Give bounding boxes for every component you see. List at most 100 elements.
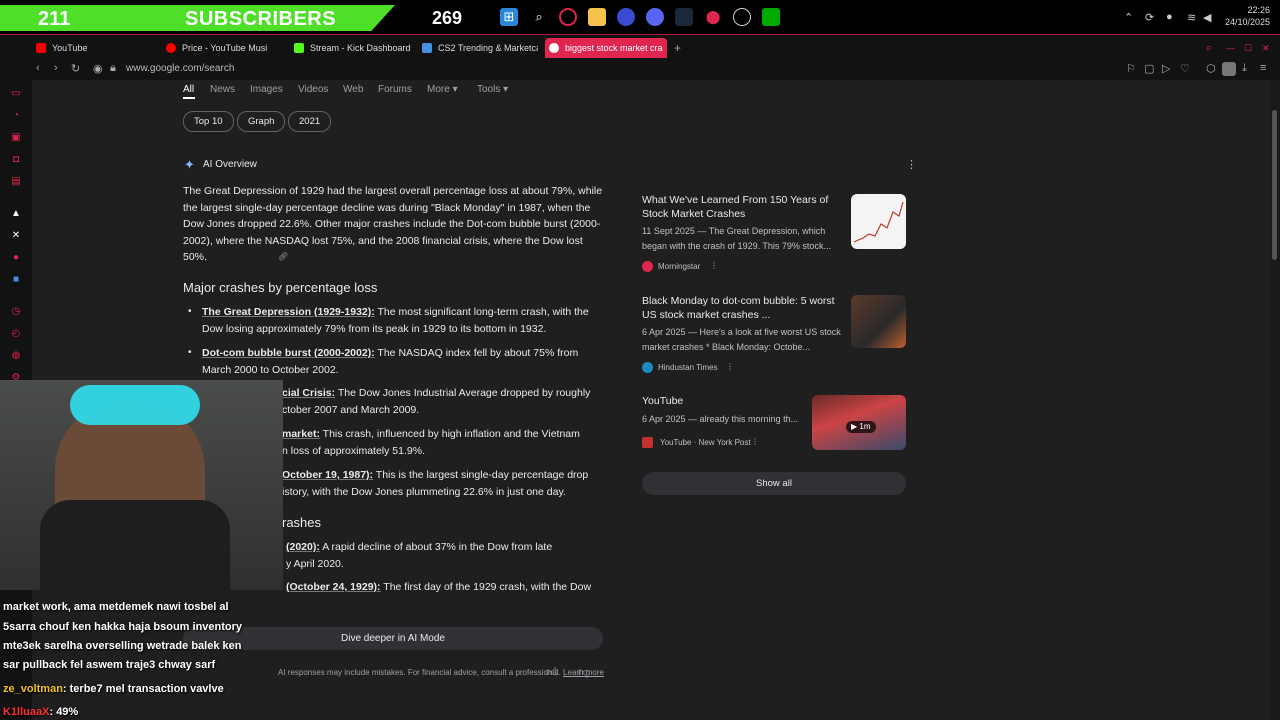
tab-forums[interactable]: Forums — [378, 84, 412, 95]
tab-tools[interactable]: Tools ▾ — [477, 84, 508, 95]
tab-images[interactable]: Images — [250, 84, 283, 95]
close-icon[interactable]: ✕ — [1258, 38, 1278, 58]
bullet-title[interactable]: Dot-com bubble burst (2000-2002): — [202, 347, 375, 359]
maximize-icon[interactable]: ☐ — [1240, 38, 1260, 58]
search-icon[interactable]: ⌕ — [530, 8, 548, 26]
source-name[interactable]: YouTube · New York Post — [660, 438, 751, 447]
download-icon[interactable]: ⤓ — [1242, 62, 1247, 75]
sidebar-bag-icon[interactable]: ▣ — [10, 132, 22, 144]
source-thumbnail[interactable] — [851, 194, 906, 249]
cs2-icon — [422, 43, 432, 53]
youtube-icon — [36, 43, 46, 53]
tab-videos[interactable]: Videos — [298, 84, 328, 95]
scrollbar-thumb[interactable] — [1272, 110, 1277, 260]
source-title[interactable]: What We've Learned From 150 Years of Sto… — [642, 194, 842, 221]
url-field[interactable]: www.google.com/search — [126, 63, 234, 74]
sidebar-history2-icon[interactable]: ◴ — [10, 328, 22, 340]
chat-message: 5sarra chouf ken hakka haja bsoum invent… — [3, 621, 243, 633]
chip-top-10[interactable]: Top 10 — [183, 111, 234, 132]
steam-icon[interactable] — [675, 8, 693, 26]
discord-icon[interactable] — [646, 8, 664, 26]
app-icon[interactable] — [617, 8, 635, 26]
extensions-icon[interactable]: ⬡ — [1206, 62, 1216, 75]
snapshot-icon[interactable]: ▢ — [1144, 62, 1154, 75]
chat-message: mte3ek sarelha overselling wetrade balek… — [3, 640, 242, 652]
heart-icon[interactable]: ♡ — [1180, 62, 1190, 75]
chip-2021[interactable]: 2021 — [288, 111, 332, 132]
clock[interactable]: 22:26 24/10/2025 — [1225, 4, 1270, 28]
thumbs-down-icon[interactable]: 👎︎ — [578, 665, 590, 680]
disclaimer-text: AI responses may include mistakes. For f… — [278, 668, 561, 677]
thumbs-up-icon[interactable]: 👍︎ — [546, 665, 559, 680]
new-tab-button[interactable]: + — [668, 38, 688, 58]
bullet-title[interactable]: (October 24, 1929): — [286, 581, 381, 593]
tab-cs2[interactable]: CS2 Trending & Marketca — [418, 38, 538, 58]
back-icon[interactable]: ‹ — [36, 62, 40, 74]
windows-start-icon[interactable]: ⊞ — [500, 8, 518, 26]
reload-icon[interactable]: ↻ — [71, 62, 80, 75]
sidebar-kick-icon[interactable]: ▲ — [10, 208, 22, 220]
volume-icon[interactable]: ◀ — [1203, 11, 1211, 24]
chat-text: : 49% — [49, 706, 79, 718]
source-name[interactable]: Hindustan Times — [658, 363, 718, 372]
app2-icon[interactable] — [733, 8, 751, 26]
bullet-title[interactable]: October 19, 1987): — [282, 469, 373, 481]
minimize-icon[interactable]: — — [1222, 38, 1242, 58]
chat-message: ze_voltman: terbe7 mel transaction vavlv… — [3, 683, 224, 695]
bullet-title[interactable]: (2020): — [286, 541, 320, 553]
tab-kick[interactable]: Stream - Kick Dashboard — [290, 38, 410, 58]
menu-icon[interactable]: ≡ — [1260, 62, 1266, 74]
more-options-icon[interactable]: ⋮ — [726, 362, 734, 371]
tab-google-search[interactable]: biggest stock market cra — [545, 38, 667, 58]
wifi-icon[interactable]: ≋ — [1187, 11, 1196, 24]
folder-icon[interactable] — [588, 8, 606, 26]
bullet-title[interactable]: cial Crisis: — [282, 387, 335, 399]
search-tabs-icon[interactable]: ⌕ — [1202, 38, 1222, 58]
tab-more[interactable]: More ▾ — [427, 84, 458, 95]
forward-icon[interactable]: › — [54, 62, 58, 74]
source-thumbnail[interactable] — [851, 295, 906, 348]
site-info-icon[interactable]: ◉ — [93, 62, 103, 75]
bullet-black-monday: October 19, 1987): This is the largest s… — [282, 467, 607, 500]
tab-web[interactable]: Web — [343, 84, 363, 95]
bookmark-icon[interactable]: ⚐ — [1126, 62, 1136, 75]
source-name[interactable]: Morningstar — [658, 262, 700, 271]
tab-youtube-music[interactable]: Price - YouTube Musi — [162, 38, 280, 58]
source-title[interactable]: Black Monday to dot-com bubble: 5 worst … — [642, 295, 847, 322]
sidebar-history-icon[interactable]: ◔ — [10, 110, 22, 122]
sidebar-x-icon[interactable]: ✕ — [10, 230, 22, 242]
video-thumbnail[interactable]: ▶ 1m — [812, 395, 906, 450]
sidebar-messenger-icon[interactable]: ▭ — [10, 88, 22, 100]
player-icon[interactable]: ▷ — [1162, 62, 1170, 75]
sidebar-clock-icon[interactable]: ◷ — [10, 306, 22, 318]
chip-graph[interactable]: Graph — [237, 111, 286, 132]
more-options-icon[interactable]: ⋮ — [751, 437, 759, 446]
chevron-up-icon[interactable]: ⌃ — [1124, 11, 1133, 24]
profile-avatar[interactable] — [1222, 62, 1236, 76]
show-all-button[interactable]: Show all — [642, 472, 906, 495]
sidebar-opera-icon[interactable]: ● — [10, 252, 22, 264]
tab-all[interactable]: All — [183, 84, 194, 95]
tab-news[interactable]: News — [210, 84, 235, 95]
opera-icon[interactable] — [559, 8, 577, 26]
sidebar-shield-icon[interactable]: ■ — [10, 274, 22, 286]
more-options-icon[interactable]: ⋮ — [710, 261, 718, 270]
bullet-title[interactable]: The Great Depression (1929-1932): — [202, 306, 375, 318]
map-pin-icon[interactable]: ⬤ — [704, 8, 722, 26]
link-icon[interactable]: 🔗︎ — [278, 252, 288, 261]
bullet-title[interactable]: market: — [282, 428, 320, 440]
source-title[interactable]: YouTube — [642, 395, 802, 409]
sidebar-social-icon[interactable]: ▤ — [10, 176, 22, 188]
page-scrollbar[interactable] — [1270, 80, 1280, 720]
mic-icon[interactable]: ● — [1166, 11, 1173, 23]
tab-label: YouTube — [52, 43, 88, 53]
app3-icon[interactable] — [762, 8, 780, 26]
more-options-icon[interactable]: ⋮ — [906, 158, 917, 171]
sidebar-game-icon[interactable]: ◘ — [10, 154, 22, 166]
sidebar-bulb-icon[interactable]: ◍ — [10, 350, 22, 362]
source-snippet: 6 Apr 2025 — Here's a look at five worst… — [642, 327, 841, 352]
sync-icon[interactable]: ⟳ — [1145, 11, 1154, 24]
bullet-text-line2: y April 2020. — [286, 557, 344, 570]
hindustan-times-icon — [642, 362, 653, 373]
tab-youtube[interactable]: YouTube — [32, 38, 152, 58]
